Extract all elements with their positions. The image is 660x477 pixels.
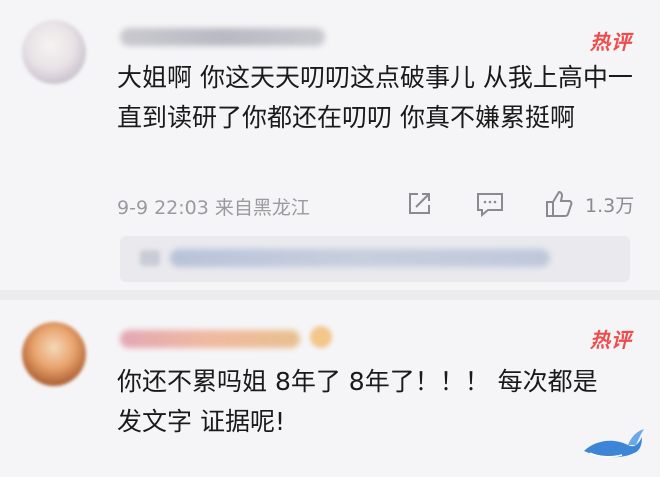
divider bbox=[0, 290, 660, 300]
whale-watermark-icon bbox=[582, 423, 646, 463]
hot-comment-badge: 热评 bbox=[590, 30, 632, 54]
like-count: 1.3万 bbox=[585, 194, 635, 217]
share-button[interactable] bbox=[404, 186, 434, 222]
reply-preview-blurred-text bbox=[170, 249, 550, 267]
hot-comment-badge: 热评 bbox=[590, 328, 632, 352]
share-icon bbox=[404, 189, 434, 219]
comment-icon bbox=[474, 189, 506, 219]
comment-text: 你还不累吗姐 8年了 8年了！！！ 每次都是发文字 证据呢! bbox=[117, 367, 598, 436]
username-blurred[interactable] bbox=[120, 330, 300, 348]
reply-preview[interactable] bbox=[120, 236, 630, 282]
like-button[interactable]: 1.3万 bbox=[543, 186, 634, 222]
reply-preview-blurred-icon bbox=[140, 250, 160, 266]
username-blurred[interactable] bbox=[120, 28, 325, 46]
user-badge-icon bbox=[310, 326, 332, 348]
comment-button[interactable] bbox=[474, 186, 506, 222]
avatar[interactable] bbox=[22, 20, 86, 84]
like-icon bbox=[543, 188, 575, 220]
avatar[interactable] bbox=[22, 322, 86, 386]
comment-card: 热评 你还不累吗姐 8年了 8年了！！！ 每次都是发文字 证据呢! bbox=[0, 300, 660, 477]
comment-card: 热评 大姐啊 你这天天叨叨这点破事儿 从我上高中一直到读研了你都还在叨叨 你真不… bbox=[0, 0, 660, 290]
comment-meta: 9-9 22:03 来自黑龙江 bbox=[117, 197, 310, 219]
comment-text: 大姐啊 你这天天叨叨这点破事儿 从我上高中一直到读研了你都还在叨叨 你真不嫌累挺… bbox=[117, 63, 633, 132]
